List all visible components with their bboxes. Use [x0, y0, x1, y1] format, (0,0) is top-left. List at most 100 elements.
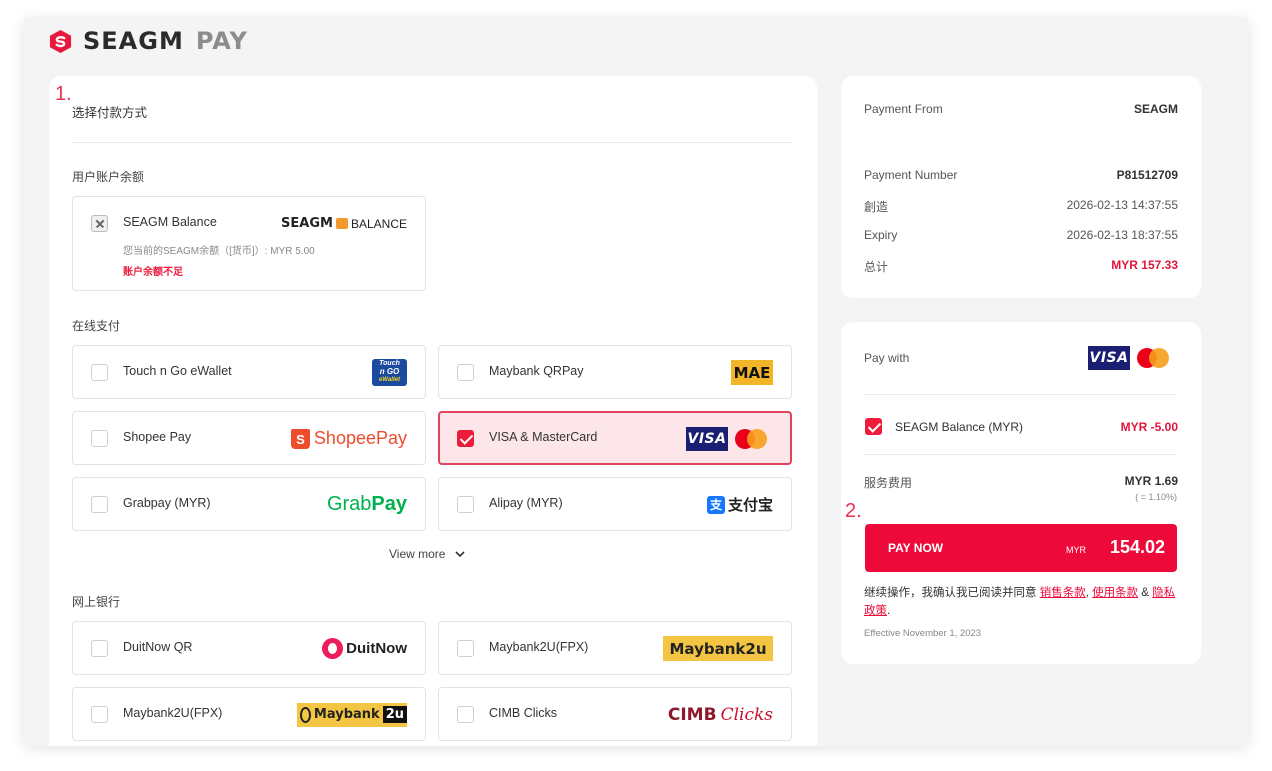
method-checkbox[interactable]: [457, 706, 474, 723]
balance-method-label: SEAGM Balance: [123, 215, 217, 229]
service-fee-value: MYR 1.69: [1124, 474, 1178, 488]
method-label: Maybank2U(FPX): [489, 640, 589, 654]
grabpay-logo: Grab Pay: [327, 491, 407, 518]
method-cimb-clicks[interactable]: CIMB Clicks CIMB Clicks: [438, 687, 792, 741]
mastercard-logo: [733, 427, 773, 451]
maybank-logo-text: Maybank: [313, 707, 380, 722]
pay-now-button[interactable]: PAY NOW MYR 154.02: [865, 524, 1177, 572]
visa-logo: VISA: [1088, 346, 1130, 370]
expiry-row: Expiry 2026-02-13 18:37:55: [864, 228, 1178, 242]
pay-now-amount: 154.02: [1109, 537, 1165, 557]
pay-logo-text: Pay: [371, 493, 407, 515]
maybank-2u-logo: Maybank 2u: [297, 701, 407, 728]
duitnow-logo-text: DuitNow: [346, 640, 407, 657]
title-divider: [72, 142, 792, 143]
payment-from-label: Payment From: [864, 102, 943, 116]
duitnow-icon: [322, 638, 344, 659]
insufficient-balance-warning: 账户余额不足: [123, 267, 183, 278]
method-checkbox[interactable]: [91, 430, 108, 447]
view-more-button[interactable]: View more: [389, 547, 466, 561]
seagm-balance-logo: SEAGM BALANCE: [281, 210, 407, 237]
method-label: Maybank2U(FPX): [123, 706, 223, 720]
sales-terms-link[interactable]: 销售条款: [1040, 587, 1086, 599]
maybank2u-logo-text: Maybank2u: [663, 636, 773, 661]
shopeepay-logo-text: ShopeePay: [313, 428, 407, 448]
balance-logo-suffix: BALANCE: [350, 216, 407, 231]
method-maybank2u-fpx[interactable]: Maybank2U(FPX) Maybank2u: [438, 621, 792, 675]
method-checkbox[interactable]: [91, 496, 108, 513]
pay-now-label: PAY NOW: [888, 541, 944, 555]
expiry-value: 2026-02-13 18:37:55: [1066, 228, 1178, 242]
touch-n-go-logo: Touch n GO eWallet: [372, 359, 407, 386]
service-fee-rate: ( = 1.10%): [1135, 492, 1177, 502]
brand-suffix: PAY: [195, 27, 248, 55]
tiger-emblem-icon: [300, 706, 311, 723]
tng-logo-line2: n GO: [379, 367, 400, 376]
method-checkbox[interactable]: [457, 364, 474, 381]
terms-of-use-link[interactable]: 使用条款: [1092, 587, 1138, 599]
pay-now-currency: MYR: [1066, 545, 1086, 555]
created-row: 創造 2026-02-13 14:37:55: [864, 198, 1178, 215]
visa-mastercard-logo: VISA: [686, 425, 773, 452]
method-checkbox-checked[interactable]: [457, 430, 474, 447]
service-fee-label: 服务费用: [864, 476, 913, 490]
method-touch-n-go[interactable]: Touch n Go eWallet Touch n GO eWallet: [72, 345, 426, 399]
seagm-balance-checkbox[interactable]: [865, 418, 882, 435]
brand-name: SEAGM: [83, 27, 184, 55]
method-checkbox[interactable]: [91, 640, 108, 657]
method-checkbox[interactable]: [91, 706, 108, 723]
seagm-pay-logo[interactable]: SEAGM PAY: [48, 27, 248, 55]
visa-logo: VISA: [686, 426, 728, 451]
method-label: Shopee Pay: [123, 430, 192, 444]
balance-amount-text: 您当前的SEAGM余额（[货币]）: MYR 5.00: [123, 246, 315, 257]
terms-separator: &: [1138, 587, 1153, 599]
method-duitnow-qr[interactable]: DuitNow QR DuitNow: [72, 621, 426, 675]
step-marker-2: 2.: [845, 500, 862, 522]
section-balance-title: 用户账户余额: [72, 170, 145, 184]
cimb-clicks-logo: CIMB Clicks: [668, 701, 773, 728]
method-label: Touch n Go eWallet: [123, 364, 232, 378]
payment-summary-panel: Payment From SEAGM Payment Number P81512…: [841, 76, 1201, 298]
page-title: 选择付款方式: [72, 106, 148, 120]
alipay-icon: 支: [706, 495, 725, 514]
method-checkbox[interactable]: [457, 496, 474, 513]
payment-methods-panel: 1. 选择付款方式 用户账户余额 SEAGM Balance SEAGM BAL…: [49, 76, 817, 746]
section-online-title: 在线支付: [72, 319, 121, 333]
mae-logo: MAE: [731, 359, 773, 386]
terms-notice: 继续操作，我确认我已阅读并同意 销售条款, 使用条款 & 隐私政策.: [864, 584, 1178, 620]
method-shopee-pay[interactable]: Shopee Pay S ShopeePay: [72, 411, 426, 465]
method-alipay[interactable]: Alipay (MYR) 支 支付宝: [438, 477, 792, 531]
clicks-logo-text: Clicks: [720, 704, 773, 725]
total-label: 总计: [864, 260, 889, 274]
method-checkbox[interactable]: [457, 640, 474, 657]
cimb-logo-text: CIMB: [667, 704, 717, 725]
balance-method-card[interactable]: SEAGM Balance SEAGM BALANCE 您当前的SEAGM余额（…: [72, 196, 426, 291]
step-marker-1: 1.: [55, 83, 72, 105]
alipay-logo: 支 支付宝: [706, 491, 773, 518]
pay-with-label: Pay with: [864, 351, 910, 365]
payment-number-label: Payment Number: [864, 168, 958, 182]
method-visa-mastercard[interactable]: VISA & MasterCard VISA: [438, 411, 792, 465]
wallet-icon: [335, 218, 348, 229]
2u-logo-text: 2u: [382, 706, 407, 723]
total-value: MYR 157.33: [1111, 258, 1178, 272]
terms-end: .: [887, 605, 891, 617]
method-label: Maybank QRPay: [489, 364, 584, 378]
effective-date: Effective November 1, 2023: [864, 628, 982, 639]
balance-deduction-label: SEAGM Balance (MYR): [895, 420, 1024, 434]
chevron-down-icon: [455, 550, 466, 557]
method-grabpay[interactable]: Grabpay (MYR) Grab Pay: [72, 477, 426, 531]
method-checkbox[interactable]: [91, 364, 108, 381]
payment-number-row: Payment Number P81512709: [864, 168, 1178, 182]
terms-prefix: 继续操作，我确认我已阅读并同意: [864, 587, 1040, 599]
mae-logo-text: MAE: [731, 360, 773, 385]
balance-deduction-row: SEAGM Balance (MYR) MYR -5.00: [895, 420, 1178, 434]
tng-logo-line3: eWallet: [379, 377, 400, 383]
view-more-label: View more: [389, 547, 446, 561]
section-banking-title: 网上银行: [72, 595, 121, 609]
shopee-bag-icon: S: [290, 428, 310, 449]
method-maybank2u-fpx-2[interactable]: Maybank2U(FPX) Maybank 2u: [72, 687, 426, 741]
pay-with-logos: VISA: [1088, 346, 1175, 370]
mastercard-logo: [1135, 346, 1175, 370]
method-maybank-qrpay[interactable]: Maybank QRPay MAE: [438, 345, 792, 399]
